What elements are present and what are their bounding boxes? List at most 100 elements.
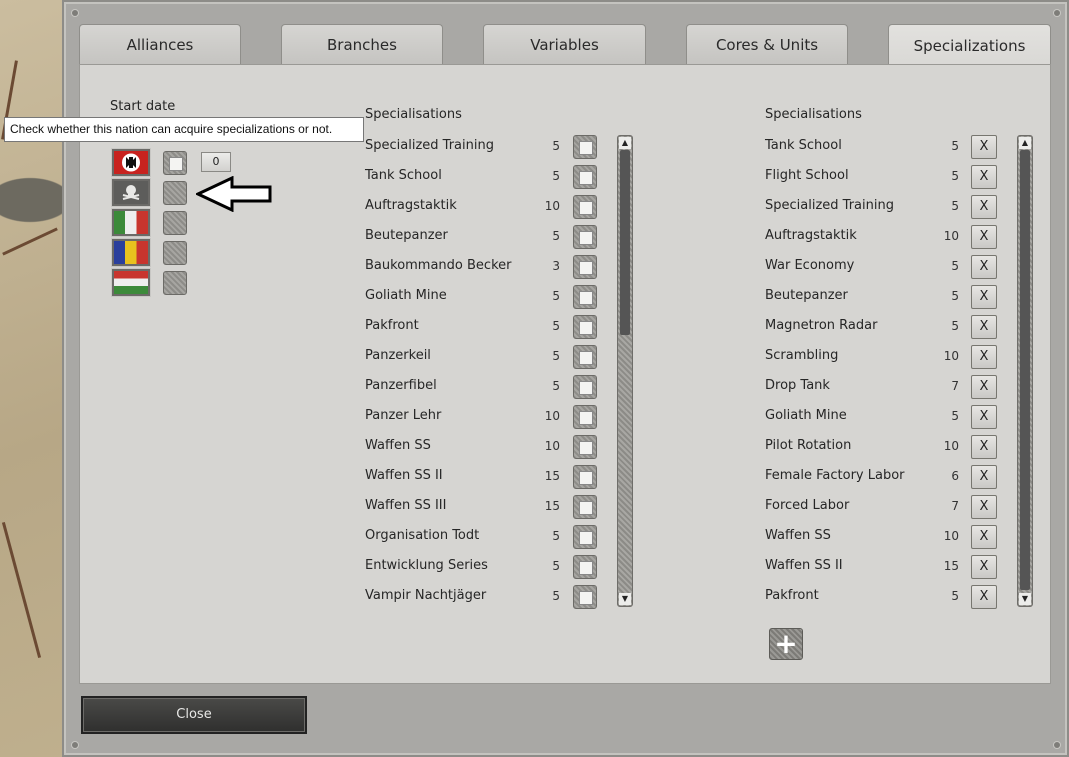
nation-specialization-checkbox[interactable] bbox=[163, 151, 187, 175]
specialization-cost: 10 bbox=[943, 349, 959, 363]
specialization-checkbox[interactable] bbox=[573, 315, 597, 339]
nation-specialization-checkbox[interactable] bbox=[163, 211, 187, 235]
remove-specialization-button[interactable]: X bbox=[971, 375, 997, 399]
remove-specialization-button[interactable]: X bbox=[971, 255, 997, 279]
specialization-checkbox[interactable] bbox=[573, 255, 597, 279]
remove-specialization-button[interactable]: X bbox=[971, 135, 997, 159]
specialization-cost: 10 bbox=[544, 199, 560, 213]
specialization-name: Forced Labor bbox=[765, 498, 850, 513]
germany-flag-icon[interactable] bbox=[112, 149, 150, 176]
available-list-scrollbar[interactable]: ▲ ▼ bbox=[617, 135, 633, 607]
specialization-name: Waffen SS III bbox=[365, 498, 447, 513]
nation-specialization-checkbox[interactable] bbox=[163, 241, 187, 265]
specialization-checkbox[interactable] bbox=[573, 465, 597, 489]
specialization-checkbox[interactable] bbox=[573, 165, 597, 189]
close-button[interactable]: Close bbox=[81, 696, 307, 734]
specialization-cost: 5 bbox=[552, 289, 560, 303]
specialization-cost: 10 bbox=[943, 229, 959, 243]
tab-branches[interactable]: Branches bbox=[281, 24, 443, 64]
specialization-name: Waffen SS bbox=[765, 528, 831, 543]
specialization-checkbox[interactable] bbox=[573, 285, 597, 309]
specialization-name: Tank School bbox=[765, 138, 842, 153]
specialization-cost: 5 bbox=[951, 259, 959, 273]
nation-specialization-checkbox[interactable] bbox=[163, 271, 187, 295]
specialization-cost: 5 bbox=[951, 199, 959, 213]
specialization-cost: 5 bbox=[552, 379, 560, 393]
specialization-cost: 7 bbox=[951, 379, 959, 393]
specialization-cost: 5 bbox=[951, 409, 959, 423]
specialization-checkbox[interactable] bbox=[573, 525, 597, 549]
scroll-up-icon[interactable]: ▲ bbox=[619, 137, 631, 149]
specialization-name: Magnetron Radar bbox=[765, 318, 878, 333]
specialization-checkbox[interactable] bbox=[573, 495, 597, 519]
specialization-name: Pilot Rotation bbox=[765, 438, 852, 453]
scroll-up-icon[interactable]: ▲ bbox=[1019, 137, 1031, 149]
remove-specialization-button[interactable]: X bbox=[971, 405, 997, 429]
specialization-cost: 10 bbox=[544, 439, 560, 453]
specialization-name: Pakfront bbox=[765, 588, 819, 603]
specialization-cost: 5 bbox=[951, 289, 959, 303]
specialization-checkbox[interactable] bbox=[573, 375, 597, 399]
remove-specialization-button[interactable]: X bbox=[971, 495, 997, 519]
remove-specialization-button[interactable]: X bbox=[971, 315, 997, 339]
specialization-name: Panzer Lehr bbox=[365, 408, 442, 423]
remove-specialization-button[interactable]: X bbox=[971, 585, 997, 609]
specialization-cost: 15 bbox=[544, 499, 560, 513]
specialization-name: Flight School bbox=[765, 168, 849, 183]
tab-alliances[interactable]: Alliances bbox=[79, 24, 241, 64]
remove-specialization-button[interactable]: X bbox=[971, 345, 997, 369]
ss-skull-flag-icon[interactable] bbox=[112, 179, 150, 206]
specialization-name: Beutepanzer bbox=[765, 288, 848, 303]
specialization-cost: 5 bbox=[552, 589, 560, 603]
tab-cores-units[interactable]: Cores & Units bbox=[686, 24, 848, 64]
selected-list-scrollbar[interactable]: ▲ ▼ bbox=[1017, 135, 1033, 607]
italy-flag-icon[interactable] bbox=[112, 209, 150, 236]
specialization-cost: 5 bbox=[951, 139, 959, 153]
specialization-cost: 10 bbox=[544, 409, 560, 423]
scroll-thumb[interactable] bbox=[620, 150, 630, 335]
specialization-checkbox[interactable] bbox=[573, 435, 597, 459]
specialization-checkbox[interactable] bbox=[573, 405, 597, 429]
specialization-checkbox[interactable] bbox=[573, 345, 597, 369]
remove-specialization-button[interactable]: X bbox=[971, 435, 997, 459]
remove-specialization-button[interactable]: X bbox=[971, 285, 997, 309]
add-specialization-button[interactable]: + bbox=[769, 628, 803, 660]
tab-variables[interactable]: Variables bbox=[483, 24, 646, 64]
specialization-checkbox[interactable] bbox=[573, 135, 597, 159]
scroll-thumb[interactable] bbox=[1020, 150, 1030, 590]
tooltip: Check whether this nation can acquire sp… bbox=[4, 117, 364, 142]
hungary-flag-icon[interactable] bbox=[112, 269, 150, 296]
romania-flag-icon[interactable] bbox=[112, 239, 150, 266]
specialization-name: Goliath Mine bbox=[765, 408, 847, 423]
specialization-name: Female Factory Labor bbox=[765, 468, 905, 483]
remove-specialization-button[interactable]: X bbox=[971, 555, 997, 579]
rivet bbox=[72, 742, 78, 748]
specialization-name: War Economy bbox=[765, 258, 855, 273]
specialization-cost: 5 bbox=[951, 589, 959, 603]
skull-icon bbox=[122, 185, 140, 200]
specialization-name: Auftragstaktik bbox=[365, 198, 457, 213]
specialization-cost: 5 bbox=[552, 229, 560, 243]
tab-specializations[interactable]: Specializations bbox=[888, 24, 1051, 66]
scroll-down-icon[interactable]: ▼ bbox=[619, 593, 631, 605]
scroll-down-icon[interactable]: ▼ bbox=[1019, 593, 1031, 605]
specialization-checkbox[interactable] bbox=[573, 225, 597, 249]
specialization-checkbox[interactable] bbox=[573, 195, 597, 219]
remove-specialization-button[interactable]: X bbox=[971, 465, 997, 489]
rivet bbox=[1054, 742, 1060, 748]
remove-specialization-button[interactable]: X bbox=[971, 225, 997, 249]
specialization-checkbox[interactable] bbox=[573, 585, 597, 609]
specialization-cost: 5 bbox=[552, 559, 560, 573]
remove-specialization-button[interactable]: X bbox=[971, 525, 997, 549]
specialization-count-field[interactable]: 0 bbox=[201, 152, 231, 172]
remove-specialization-button[interactable]: X bbox=[971, 165, 997, 189]
specialization-cost: 5 bbox=[951, 319, 959, 333]
specialization-cost: 10 bbox=[943, 439, 959, 453]
specialization-name: Pakfront bbox=[365, 318, 419, 333]
specialization-checkbox[interactable] bbox=[573, 555, 597, 579]
specialization-name: Beutepanzer bbox=[365, 228, 448, 243]
remove-specialization-button[interactable]: X bbox=[971, 195, 997, 219]
nation-specialization-checkbox[interactable] bbox=[163, 181, 187, 205]
specialization-cost: 5 bbox=[552, 169, 560, 183]
specialization-name: Scrambling bbox=[765, 348, 839, 363]
